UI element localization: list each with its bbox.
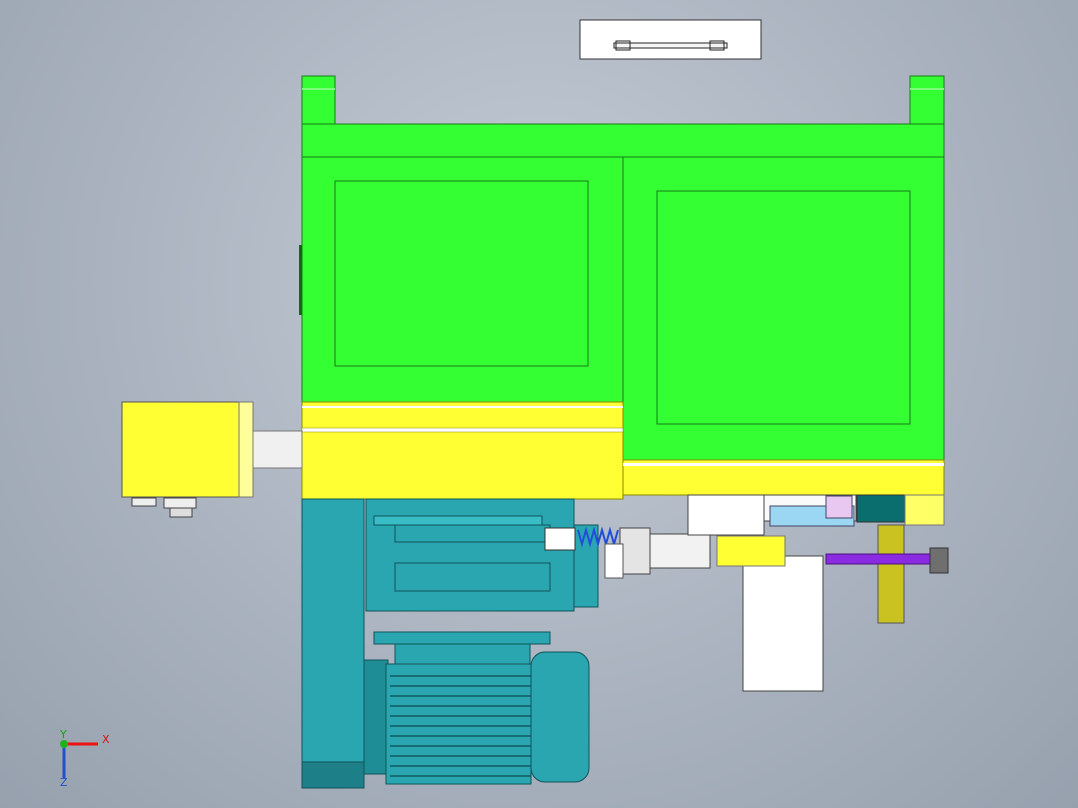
z-axis-label: Z: [60, 776, 68, 789]
machine-assembly-drawing: [121, 19, 949, 789]
cylinder-and-fixtures: [687, 494, 949, 692]
left-gearbox: [121, 401, 303, 518]
electric-motor: [363, 631, 590, 785]
x-axis-label: X: [102, 733, 110, 746]
axis-triad: X Y Z: [50, 728, 120, 790]
y-axis-label: Y: [60, 728, 67, 741]
link-bar-part: [579, 19, 762, 60]
cad-viewport[interactable]: X Y Z: [0, 0, 1078, 808]
